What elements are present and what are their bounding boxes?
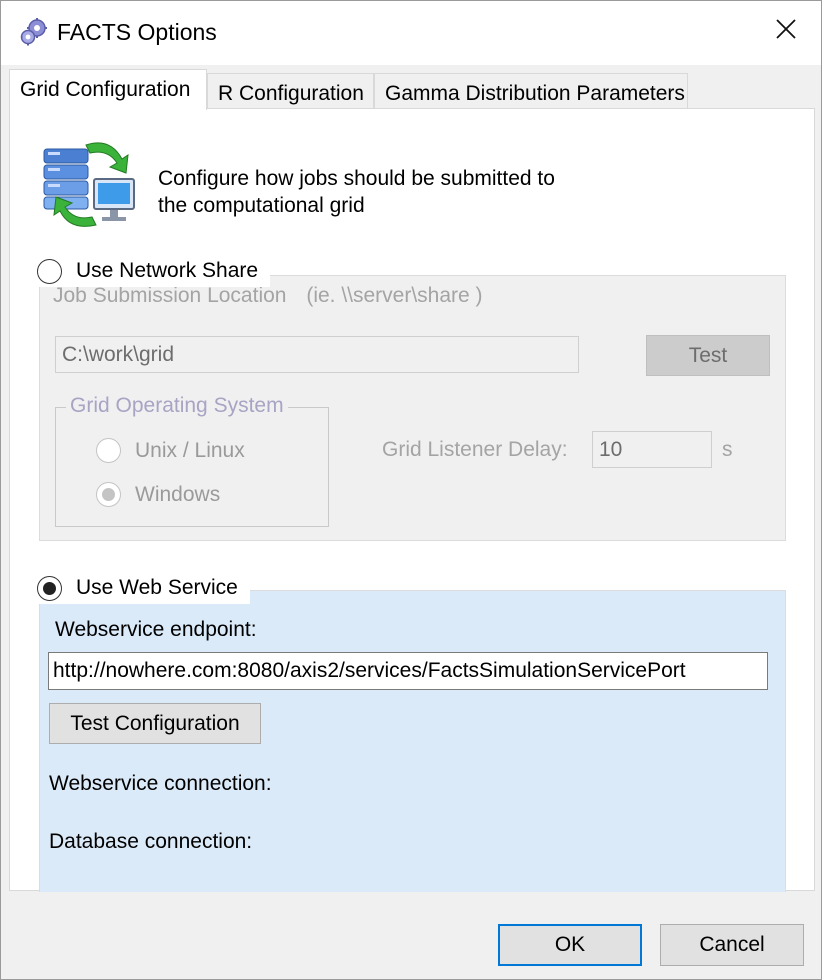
webservice-endpoint-label: Webservice endpoint: (55, 618, 257, 641)
job-submission-location-label: Job Submission Location (ie. \\server\sh… (53, 284, 483, 307)
database-connection-label: Database connection: (49, 830, 253, 853)
use-network-share-radio[interactable]: Use Network Share (37, 255, 271, 287)
job-submission-location-input[interactable]: C:\work\grid (55, 336, 579, 373)
grid-operating-system-group: Grid Operating System Unix / Linux Windo… (55, 394, 329, 527)
unix-linux-label: Unix / Linux (135, 438, 245, 462)
web-service-group: Webservice endpoint: http://nowhere.com:… (39, 590, 786, 892)
unix-linux-radio[interactable]: Unix / Linux (96, 438, 245, 463)
grid-listener-delay-input[interactable]: 10 (592, 431, 712, 468)
windows-radio[interactable]: Windows (96, 482, 220, 507)
radio-network-share (37, 258, 62, 284)
radio-web-service (37, 575, 62, 601)
tab-grid-configuration[interactable]: Grid Configuration (9, 69, 207, 110)
close-button[interactable] (751, 1, 821, 63)
grid-listener-delay-label: Grid Listener Delay: (382, 438, 568, 461)
tab-r-configuration[interactable]: R Configuration (207, 73, 374, 109)
webservice-endpoint-input[interactable]: http://nowhere.com:8080/axis2/services/F… (48, 652, 768, 690)
use-network-share-label: Use Network Share (76, 259, 259, 282)
ok-button[interactable]: OK (498, 924, 642, 966)
job-submission-location-hint: (ie. \\server\share ) (306, 284, 483, 307)
grid-operating-system-label: Grid Operating System (66, 394, 288, 418)
tab-strip: Grid Configuration R Configuration Gamma… (9, 69, 815, 110)
header-line-2: the computational grid (158, 194, 365, 217)
title-bar: FACTS Options (1, 1, 821, 65)
grid-listener-delay-unit: s (722, 438, 733, 461)
use-web-service-label: Use Web Service (76, 576, 238, 599)
gears-icon (19, 17, 49, 47)
windows-label: Windows (135, 482, 221, 506)
facts-options-dialog: FACTS Options Grid Configuration R Confi… (0, 0, 822, 980)
use-web-service-radio[interactable]: Use Web Service (37, 572, 250, 604)
cancel-button[interactable]: Cancel (660, 924, 804, 966)
server-sync-icon (40, 135, 140, 231)
grid-configuration-panel: Configure how jobs should be submitted t… (9, 108, 815, 892)
close-icon (775, 18, 797, 46)
webservice-connection-label: Webservice connection: (49, 772, 272, 795)
header-description: Configure how jobs should be submitted t… (158, 165, 578, 219)
window-title: FACTS Options (57, 19, 217, 45)
tab-gamma-distribution-parameters[interactable]: Gamma Distribution Parameters (374, 73, 688, 109)
test-button[interactable]: Test (646, 335, 770, 376)
test-configuration-button[interactable]: Test Configuration (49, 703, 261, 744)
header-line-1: Configure how jobs should be submitted t… (158, 167, 555, 190)
network-share-group: Job Submission Location (ie. \\server\sh… (39, 275, 786, 541)
